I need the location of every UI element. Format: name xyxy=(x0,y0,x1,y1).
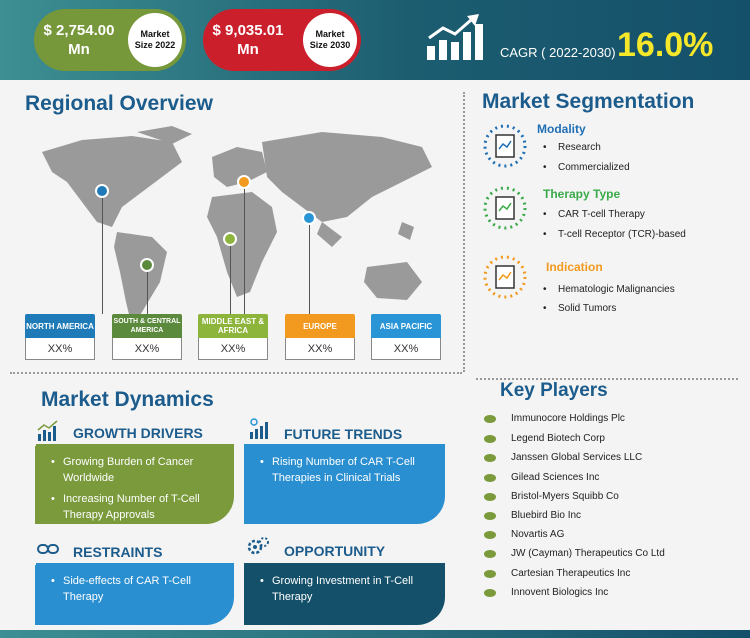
region-card-asia-pacific: ASIA PACIFIC XX% xyxy=(371,314,441,360)
south-america-stem xyxy=(147,270,148,314)
key-player-item: Gilead Sciences Inc xyxy=(484,472,599,483)
market-size-2030-label: Market Size 2030 xyxy=(303,13,357,67)
opportunity-box: Growing Investment in T-Cell Therapy xyxy=(244,565,445,625)
future-trends-heading: FUTURE TRENDS xyxy=(284,426,403,442)
world-map xyxy=(42,126,432,327)
segment-heading-indication: Indication xyxy=(546,260,603,274)
growth-drivers-box: Growing Burden of Cancer Worldwide Incre… xyxy=(35,446,234,524)
opportunity-item: Growing Investment in T-Cell Therapy xyxy=(260,573,435,605)
asia-stem xyxy=(309,222,310,314)
key-player-item: Innovent Biologics Inc xyxy=(484,587,608,598)
footer-bar xyxy=(0,630,750,638)
region-value: XX% xyxy=(25,338,95,360)
region-card-europe: EUROPE XX% xyxy=(285,314,355,360)
region-card-mea: MIDDLE EAST & AFRICA XX% xyxy=(198,314,268,360)
segment-heading-therapy-type: Therapy Type xyxy=(543,187,621,201)
restraint-item: Side-effects of CAR T-Cell Therapy xyxy=(51,573,224,605)
trend-chart-icon xyxy=(250,418,268,439)
mea-marker xyxy=(223,232,237,246)
future-trend-item: Rising Number of CAR T-Cell Therapies in… xyxy=(260,454,435,486)
growth-driver-item: Increasing Number of T-Cell Therapy Appr… xyxy=(51,491,224,523)
bar-chart-icon xyxy=(37,420,58,441)
bullet-icon xyxy=(484,549,496,558)
growth-chart-icon xyxy=(427,14,483,60)
region-value: XX% xyxy=(371,338,441,360)
key-player-item: Cartesian Therapeutics Inc xyxy=(484,568,630,579)
opportunity-heading: OPPORTUNITY xyxy=(284,543,386,559)
region-label: SOUTH & CENTRAL AMERICA xyxy=(112,314,182,338)
mea-stem xyxy=(230,245,231,314)
region-card-south-america: SOUTH & CENTRAL AMERICA XX% xyxy=(112,314,182,360)
key-player-item: Bristol-Myers Squibb Co xyxy=(484,491,619,502)
region-label: ASIA PACIFIC xyxy=(371,314,441,338)
key-player-item: Novartis AG xyxy=(484,529,564,540)
segment-item: Research xyxy=(543,142,601,153)
key-players-title: Key Players xyxy=(500,380,608,401)
key-player-item: Bluebird Bio Inc xyxy=(484,510,581,521)
bullet-icon xyxy=(484,453,496,462)
region-value: XX% xyxy=(112,338,182,360)
key-player-item: Immunocore Holdings Plc xyxy=(484,413,625,424)
market-segmentation-title: Market Segmentation xyxy=(482,90,695,113)
modality-icon xyxy=(483,124,527,168)
cagr-value: 16.0% xyxy=(617,26,714,64)
market-size-2022-pill: $ 2,754.00 Mn Market Size 2022 xyxy=(34,9,186,71)
segment-item: CAR T-cell Therapy xyxy=(543,209,645,220)
market-size-2030-pill: $ 9,035.01 Mn Market Size 2030 xyxy=(203,9,361,71)
segment-item: T-cell Receptor (TCR)-based xyxy=(543,229,686,240)
indication-icon xyxy=(483,255,527,299)
bullet-icon xyxy=(484,511,496,520)
therapy-type-icon xyxy=(483,186,527,230)
header-banner: $ 2,754.00 Mn Market Size 2022 $ 9,035.0… xyxy=(0,0,750,80)
key-player-item: JW (Cayman) Therapeutics Co Ltd xyxy=(484,548,665,559)
key-player-item: Janssen Global Services LLC xyxy=(484,452,642,463)
restraints-heading: RESTRAINTS xyxy=(73,544,163,560)
chain-link-icon xyxy=(37,544,59,554)
region-value: XX% xyxy=(198,338,268,360)
segment-item: Solid Tumors xyxy=(543,303,616,314)
left-horizontal-divider xyxy=(10,372,462,374)
region-value: XX% xyxy=(285,338,355,360)
bullet-icon xyxy=(484,588,496,597)
europe-stem xyxy=(244,187,245,314)
bullet-icon xyxy=(484,530,496,539)
regional-overview-title: Regional Overview xyxy=(25,92,213,115)
key-player-item: Legend Biotech Corp xyxy=(484,433,605,444)
gear-icon xyxy=(247,537,269,555)
growth-driver-item: Growing Burden of Cancer Worldwide xyxy=(51,454,224,486)
europe-marker xyxy=(237,175,251,189)
north-america-stem xyxy=(102,194,103,314)
market-dynamics-title: Market Dynamics xyxy=(41,388,214,411)
segment-heading-modality: Modality xyxy=(537,122,586,136)
bullet-icon xyxy=(484,473,496,482)
bullet-icon xyxy=(484,434,496,443)
vertical-divider xyxy=(463,92,465,372)
south-america-marker xyxy=(140,258,154,272)
segment-item: Commercialized xyxy=(543,162,630,173)
bullet-icon xyxy=(484,414,496,423)
restraints-box: Side-effects of CAR T-Cell Therapy xyxy=(35,565,234,625)
market-size-2030-value: $ 9,035.01 Mn xyxy=(212,22,284,58)
growth-drivers-heading: GROWTH DRIVERS xyxy=(73,425,203,441)
asia-pacific-marker xyxy=(302,211,316,225)
segment-item: Hematologic Malignancies xyxy=(543,284,675,295)
region-label: NORTH AMERICA xyxy=(25,314,95,338)
region-card-north-america: NORTH AMERICA XX% xyxy=(25,314,95,360)
region-label: MIDDLE EAST & AFRICA xyxy=(198,314,268,338)
north-america-marker xyxy=(95,184,109,198)
future-trends-box: Rising Number of CAR T-Cell Therapies in… xyxy=(244,446,445,524)
bullet-icon xyxy=(484,492,496,501)
cagr-label: CAGR ( 2022-2030) xyxy=(500,45,616,60)
region-label: EUROPE xyxy=(285,314,355,338)
market-size-2022-value: $ 2,754.00 Mn xyxy=(43,22,115,58)
market-size-2022-label: Market Size 2022 xyxy=(128,13,182,67)
bullet-icon xyxy=(484,569,496,578)
